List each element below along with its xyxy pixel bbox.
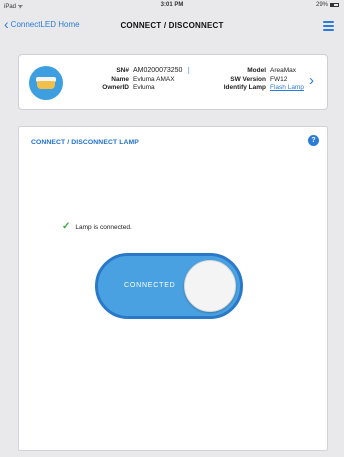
owner-row: OwnerID Evluma — [79, 84, 190, 93]
identify-label: Identify Lamp — [223, 84, 266, 91]
checkmark-icon: ✓ — [62, 221, 71, 232]
lamp-icon — [29, 66, 63, 100]
panel-title: CONNECT / DISCONNECT LAMP — [31, 139, 139, 146]
chevron-right-icon[interactable]: › — [309, 73, 314, 88]
toggle-label: CONNECTED — [124, 282, 176, 289]
sw-version-row: SW Version FW12 — [213, 76, 304, 85]
lamp-info-right: Model AreaMax SW Version FW12 Identify L… — [213, 67, 304, 93]
flash-lamp-link[interactable]: Flash Lamp — [270, 84, 304, 93]
lamp-info-left: SN# AM0200073250 ⸾ Name Evluma AMAX Owne… — [79, 67, 190, 93]
help-icon[interactable]: ? — [308, 135, 319, 146]
navigation-bar: ‹ ConnectLED Home CONNECT / DISCONNECT — [0, 12, 344, 42]
identify-row: Identify Lamp Flash Lamp — [213, 84, 304, 93]
lamp-info-card[interactable]: SN# AM0200073250 ⸾ Name Evluma AMAX Owne… — [18, 54, 328, 110]
sn-value: AM0200073250 — [133, 67, 183, 74]
battery-percent: 29% — [315, 2, 328, 8]
battery-icon — [330, 3, 339, 7]
page-title: CONNECT / DISCONNECT — [120, 21, 224, 30]
owner-value: Evluma — [133, 84, 155, 91]
sw-version-label: SW Version — [230, 75, 266, 83]
connection-status: ✓ Lamp is connected. — [62, 222, 132, 232]
sn-label: SN# — [116, 67, 129, 74]
battery-indicator: 29% — [316, 2, 339, 8]
name-label: Name — [111, 75, 129, 83]
toggle-knob[interactable] — [184, 260, 236, 312]
name-value: Evluma AMAX — [133, 75, 175, 83]
connect-toggle[interactable]: CONNECTED — [95, 253, 243, 319]
status-message: Lamp is connected. — [75, 223, 132, 231]
owner-label: OwnerID — [102, 84, 129, 91]
status-bar: iPad ᯤ 3:01 PM 29% — [0, 0, 344, 12]
serial-number-row: SN# AM0200073250 ⸾ — [79, 67, 190, 76]
hamburger-menu-icon[interactable] — [323, 21, 334, 31]
sw-version-value: FW12 — [270, 75, 288, 83]
signal-icon: ⸾ — [187, 68, 190, 74]
model-row: Model AreaMax — [213, 67, 304, 76]
model-value: AreaMax — [270, 67, 297, 74]
connect-panel: CONNECT / DISCONNECT LAMP ? ✓ Lamp is co… — [18, 126, 328, 451]
clock: 3:01 PM — [160, 2, 184, 8]
model-label: Model — [247, 67, 266, 74]
name-row: Name Evluma AMAX — [79, 76, 190, 85]
